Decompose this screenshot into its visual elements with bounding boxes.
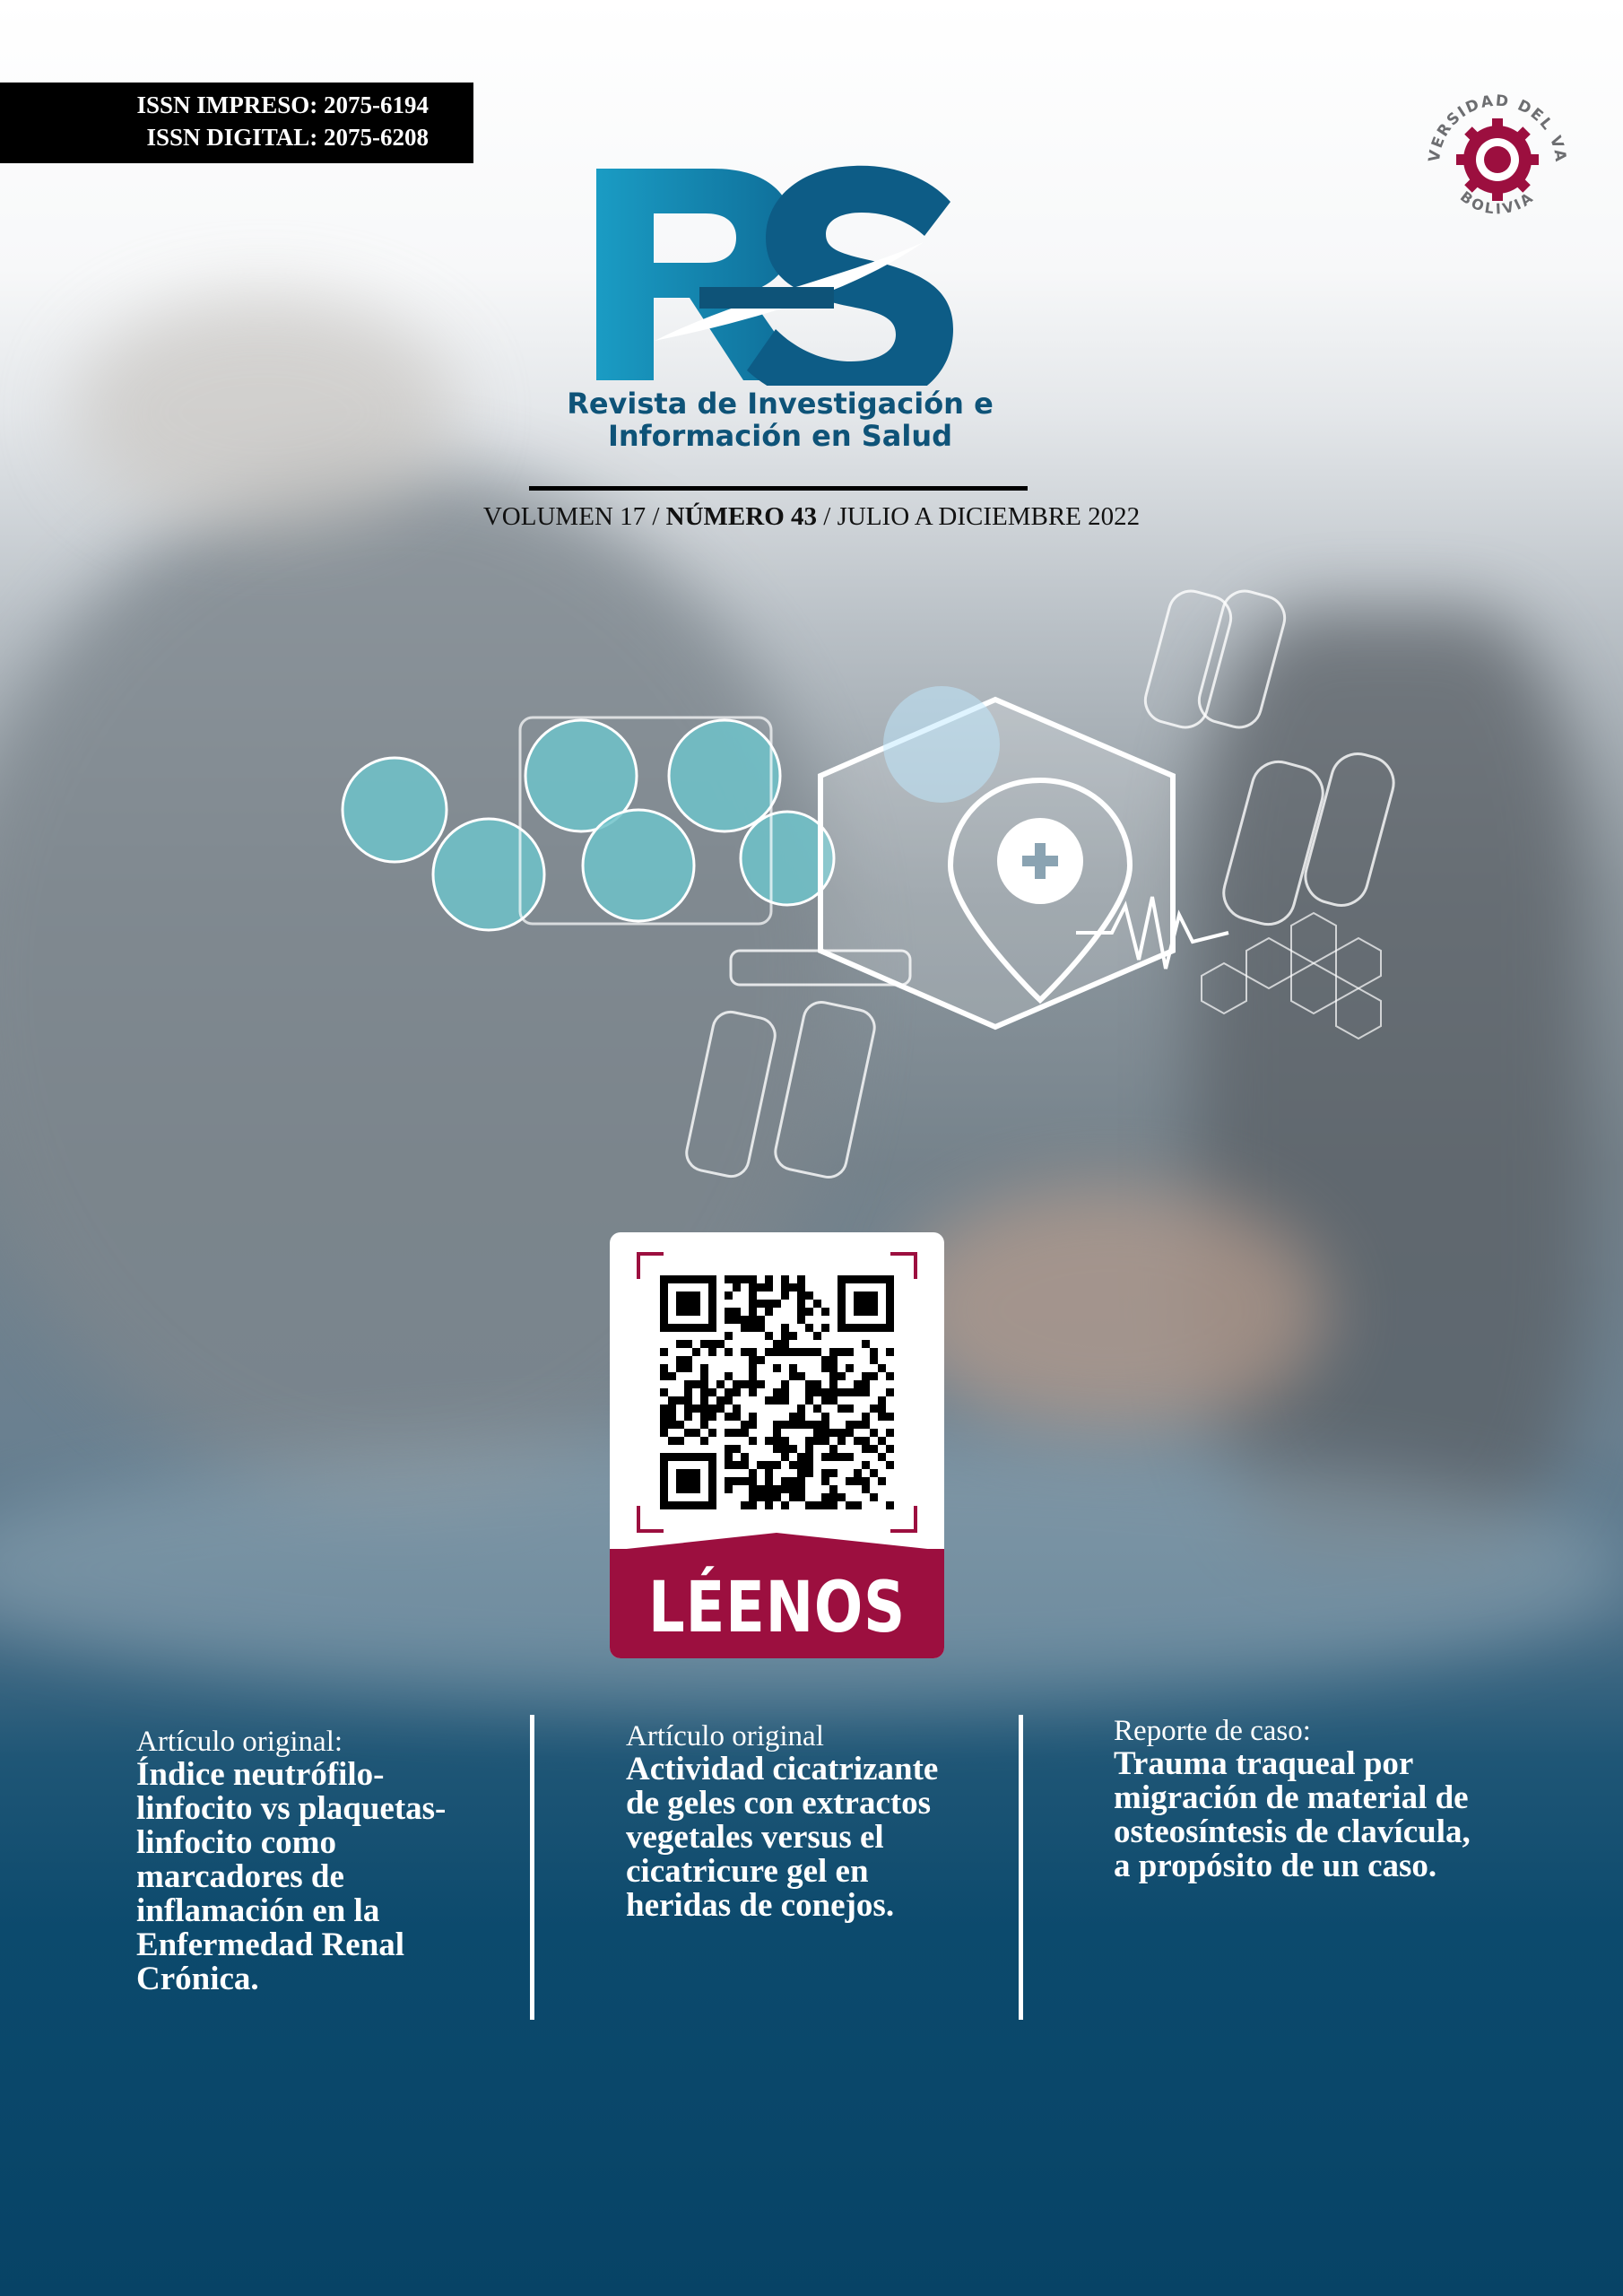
issue-number: NÚMERO 43 bbox=[665, 502, 818, 531]
qr-label: LÉENOS bbox=[647, 1568, 907, 1648]
article-2-type: Artículo original bbox=[626, 1720, 824, 1752]
article-3-type: Reporte de caso: bbox=[1114, 1715, 1311, 1747]
issn-print: ISSN IMPRESO: 2075-6194 bbox=[136, 91, 429, 118]
medicine-bottle-icon bbox=[431, 817, 546, 932]
issn-digital: ISSN DIGITAL: 2075-6208 bbox=[146, 124, 429, 151]
journal-name-line2: Información en Salud bbox=[607, 419, 953, 453]
article-2[interactable]: Artículo original Actividad cicatrizante… bbox=[626, 1720, 949, 1923]
background-shoulder bbox=[72, 296, 457, 529]
university-seal-logo: UNIVERSIDAD DEL VALLE BOLIVIA bbox=[1417, 79, 1567, 218]
issue-separator: / bbox=[652, 502, 660, 531]
flask-icon bbox=[581, 808, 696, 923]
issue-separator-2: / bbox=[823, 502, 831, 531]
issue-period: JULIO A DICIEMBRE 2022 bbox=[837, 502, 1141, 531]
ris-logo bbox=[596, 165, 953, 386]
qr-code-image[interactable] bbox=[637, 1252, 917, 1533]
article-2-title: Actividad cicatrizante de geles con extr… bbox=[626, 1751, 939, 1924]
issue-volume: VOLUMEN 17 bbox=[482, 502, 647, 531]
article-1[interactable]: Artículo original: Índice neutrófilo-lin… bbox=[136, 1726, 495, 1996]
briefcase-icon bbox=[341, 756, 448, 864]
header-divider bbox=[529, 486, 1028, 491]
journal-name-line1: Revista de Investigación e bbox=[567, 387, 994, 421]
article-3-title: Trauma traqueal por migración de materia… bbox=[1114, 1745, 1471, 1884]
column-divider-2 bbox=[1019, 1715, 1023, 2020]
journal-name: Revista de Investigación e Información e… bbox=[556, 387, 1004, 452]
article-1-title: Índice neutrófilo-linfocito vs plaquetas… bbox=[136, 1756, 447, 1997]
issn-box: ISSN IMPRESO: 2075-6194 ISSN DIGITAL: 20… bbox=[0, 83, 473, 163]
article-1-type: Artículo original: bbox=[136, 1726, 343, 1758]
clipboard-icon bbox=[667, 718, 782, 833]
article-3[interactable]: Reporte de caso: Trauma traqueal por mig… bbox=[1114, 1715, 1490, 1883]
journal-cover: ISSN IMPRESO: 2075-6194 ISSN DIGITAL: 20… bbox=[0, 0, 1623, 2296]
issue-line: VOLUMEN 17 / NÚMERO 43 / JULIO A DICIEMB… bbox=[377, 502, 1246, 532]
column-divider-1 bbox=[530, 1715, 534, 2020]
logo-cross-bar bbox=[699, 287, 834, 309]
medical-hologram-graphic bbox=[341, 589, 1395, 1179]
background-hands bbox=[897, 1184, 1327, 1435]
